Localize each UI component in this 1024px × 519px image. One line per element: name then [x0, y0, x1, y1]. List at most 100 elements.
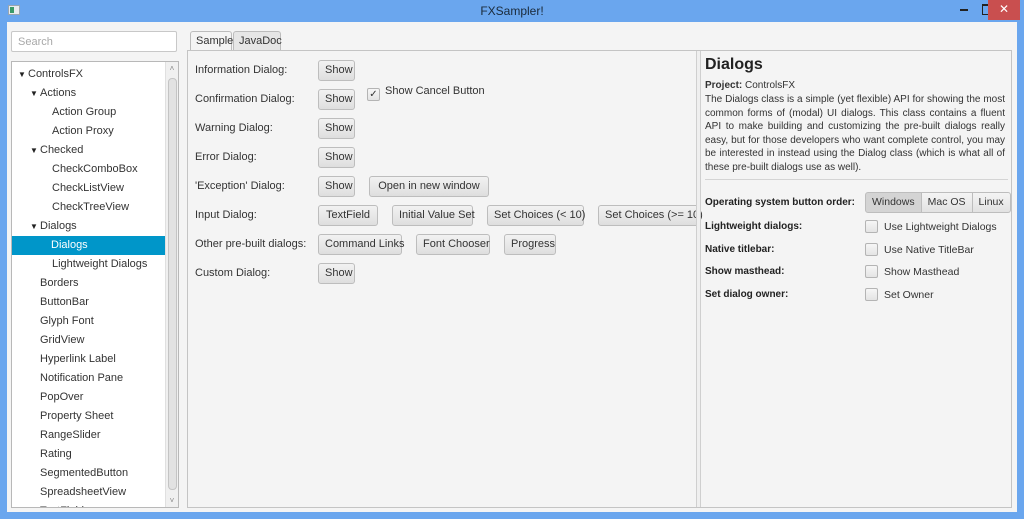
show-button[interactable]: Show	[318, 263, 355, 284]
tree-item-label: PopOver	[40, 391, 84, 403]
option-checkbox[interactable]: Use Native TitleBar	[865, 242, 974, 256]
tree-item[interactable]: SpreadsheetView	[13, 483, 165, 502]
button-order-label: Operating system button order:	[705, 197, 856, 208]
tree-item[interactable]: CheckListView	[13, 179, 165, 198]
option-label: Show masthead:	[705, 266, 785, 277]
title-bar[interactable]: FXSampler! ✕	[0, 0, 1024, 22]
option-label: Native titlebar:	[705, 243, 775, 255]
tab-javadoc[interactable]: JavaDoc	[233, 31, 282, 52]
tree-item[interactable]: RangeSlider	[13, 426, 165, 445]
close-button[interactable]: ✕	[988, 0, 1020, 20]
project-label: Project:	[705, 80, 743, 91]
search-input[interactable]	[11, 31, 177, 52]
dialog-row-label: Custom Dialog:	[195, 267, 271, 279]
tree-scrollbar[interactable]: ˄ ˅	[165, 62, 178, 507]
font-chooser-button[interactable]: Font Chooser	[416, 234, 490, 255]
tree-item[interactable]: Lightweight Dialogs	[13, 255, 165, 274]
segment-macos[interactable]: Mac OS	[920, 192, 973, 213]
show-cancel-checkbox[interactable]: ✓ Show Cancel Button	[367, 85, 485, 101]
tree-item[interactable]: ▼ Checked	[13, 141, 165, 160]
tree-item-label: Dialogs	[40, 220, 77, 232]
tree-item-label: GridView	[40, 334, 85, 346]
option-checkbox[interactable]: Use Lightweight Dialogs	[865, 220, 997, 233]
tree-item-label: ButtonBar	[40, 296, 89, 308]
dialog-row-label: Information Dialog:	[195, 64, 288, 76]
tree-item-label: Checked	[40, 144, 84, 156]
checkbox-box-icon[interactable]	[865, 265, 878, 278]
split-divider[interactable]	[696, 51, 701, 507]
tree-item[interactable]: Hyperlink Label	[13, 350, 165, 369]
initial-value-set-button[interactable]: Initial Value Set	[392, 205, 475, 226]
tree-item[interactable]: ▼ ControlsFX	[13, 65, 165, 84]
show-button[interactable]: Show	[318, 89, 355, 110]
segment-windows[interactable]: Windows	[865, 192, 922, 213]
tree-item-label: Glyph Font	[40, 315, 94, 327]
tree-item[interactable]: Dialogs	[12, 236, 165, 255]
info-panel: Dialogs Project: ControlsFX The Dialogs …	[705, 51, 1011, 507]
segment-linux[interactable]: Linux	[971, 192, 1011, 213]
scroll-up-icon[interactable]: ˄	[166, 64, 178, 73]
open-in-new-window-button[interactable]: Open in new window	[369, 176, 489, 197]
close-icon: ✕	[998, 2, 1010, 16]
tree-item-label: Notification Pane	[40, 372, 124, 384]
tree-item-label: Actions	[40, 87, 77, 99]
checkbox-box-icon[interactable]	[865, 242, 878, 256]
tree-item[interactable]: TextFields	[13, 502, 165, 507]
tree-item[interactable]: Property Sheet	[13, 407, 165, 426]
show-button[interactable]: Show	[318, 60, 355, 81]
expand-arrow-icon[interactable]: ▼	[30, 141, 40, 160]
textfield-button[interactable]: TextField	[318, 205, 378, 226]
expand-arrow-icon[interactable]: ▼	[30, 217, 40, 236]
progress-button[interactable]: Progress	[504, 234, 556, 255]
tree-item[interactable]: SegmentedButton	[13, 464, 165, 483]
tree-item[interactable]: Notification Pane	[13, 369, 165, 388]
tree-item-label: Hyperlink Label	[40, 353, 116, 365]
show-button[interactable]: Show	[318, 118, 355, 139]
sample-tree: ▼ ControlsFX ▼ Actions Action Group Action Pr…	[11, 61, 179, 508]
project-value: ControlsFX	[745, 80, 796, 91]
tree-item[interactable]: Rating	[13, 445, 165, 464]
set-choices-10-button[interactable]: Set Choices (>= 10)	[598, 205, 703, 226]
tree-item-label: CheckComboBox	[52, 163, 138, 175]
window-client: ▼ControlsFX▼ActionsAction GroupAction Pr…	[7, 22, 1017, 512]
checkbox-label: Show Masthead	[884, 266, 960, 278]
sample-pane: Information Dialog: Show Confirmation Dial…	[187, 50, 1012, 508]
scroll-thumb[interactable]	[168, 78, 177, 490]
tree-item[interactable]: CheckTreeView	[13, 198, 165, 217]
tree-item-label: Action Proxy	[52, 125, 114, 137]
dialog-row-label: Input Dialog:	[195, 209, 257, 221]
tree-item[interactable]: Action Group	[13, 103, 165, 122]
expand-arrow-icon[interactable]: ▼	[30, 84, 40, 103]
checkbox-box-icon[interactable]	[865, 220, 878, 233]
option-checkbox[interactable]: Show Masthead	[865, 265, 959, 278]
dialog-row-label: Other pre-built dialogs:	[195, 238, 307, 250]
tree-item[interactable]: Action Proxy	[13, 122, 165, 141]
set-choices-10-button[interactable]: Set Choices (< 10)	[487, 205, 585, 226]
show-button[interactable]: Show	[318, 147, 355, 168]
tree-item[interactable]: CheckComboBox	[13, 160, 165, 179]
check-icon[interactable]: ✓	[367, 88, 380, 101]
checkbox-box-icon[interactable]	[865, 287, 878, 301]
tree-item-label: CheckListView	[52, 182, 124, 194]
command-links-button[interactable]: Command Links	[318, 234, 404, 255]
scroll-down-icon[interactable]: ˅	[166, 496, 178, 505]
tree-item-label: ControlsFX	[28, 68, 84, 80]
tree-item-label: TextFields	[40, 505, 90, 507]
tree-item[interactable]: GridView	[13, 331, 165, 350]
tree-item[interactable]: PopOver	[13, 388, 165, 407]
option-checkbox[interactable]: Set Owner	[865, 287, 934, 301]
window-title: FXSampler!	[480, 4, 544, 18]
show-button[interactable]: Show	[318, 176, 355, 197]
tree-item[interactable]: ▼ Dialogs	[13, 217, 165, 236]
tree-item[interactable]: ButtonBar	[13, 293, 165, 312]
tree-item[interactable]: ▼ Actions	[13, 84, 165, 103]
tree-item[interactable]: Borders	[13, 274, 165, 293]
dialog-row-label: 'Exception' Dialog:	[195, 180, 285, 192]
checkbox-label: Show Cancel Button	[385, 85, 485, 97]
tree-item[interactable]: Glyph Font	[13, 312, 165, 331]
tree-item-label: Rating	[40, 448, 72, 460]
expand-arrow-icon[interactable]: ▼	[18, 65, 28, 84]
option-label: Lightweight dialogs:	[705, 221, 803, 232]
option-label: Set dialog owner:	[705, 288, 789, 300]
tree-item-label: Dialogs	[51, 239, 88, 251]
